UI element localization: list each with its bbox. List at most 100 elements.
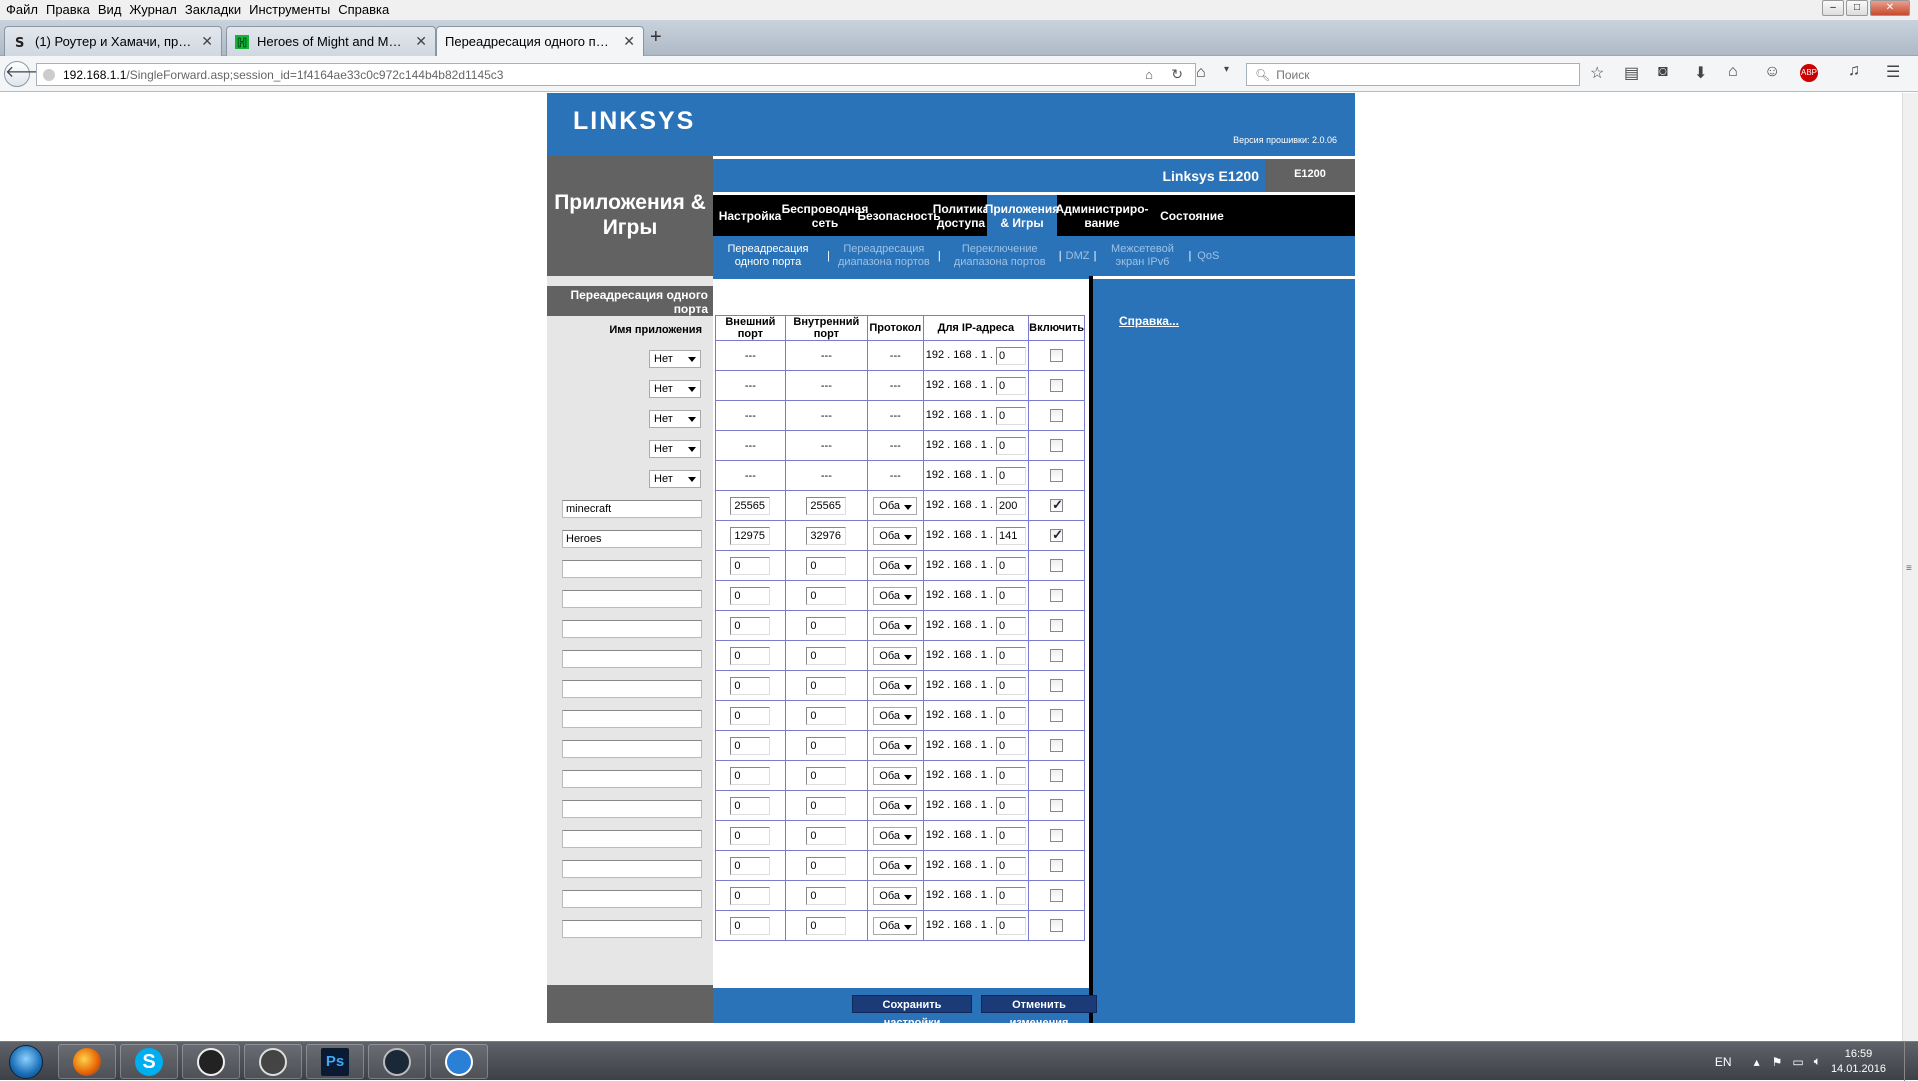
external-port-input[interactable]: 0 [730,766,771,785]
app-select[interactable]: Нет [649,440,701,458]
protocol-select[interactable]: Оба [873,736,918,755]
start-button[interactable] [4,1043,48,1080]
ip-last-octet-input[interactable]: 0 [996,916,1027,935]
enable-checkbox[interactable] [1050,469,1064,482]
app-name-input[interactable] [562,710,702,728]
protocol-select[interactable]: Оба [873,526,918,545]
external-port-input[interactable]: 0 [730,646,771,665]
nav-apps-games[interactable]: Приложения & Игры [985,195,1059,236]
adblock-icon[interactable]: ABP [1800,64,1818,82]
internal-port-input[interactable]: 0 [806,736,847,755]
protocol-select[interactable]: Оба [873,646,918,665]
nav-administration[interactable]: Администриро-вание [1055,195,1148,236]
tray-arrow-icon[interactable]: ▴ [1754,1055,1760,1069]
minimize-button[interactable]: – [1822,0,1844,16]
ip-last-octet-input[interactable]: 0 [996,856,1027,875]
new-tab-button[interactable]: + [650,26,662,49]
nav-access-policy[interactable]: Политика доступа [933,195,990,236]
internal-port-input[interactable]: 0 [806,556,847,575]
subnav-dmz[interactable]: DMZ [1066,250,1090,263]
menu-1[interactable]: Правка [42,1,94,19]
app-name-input[interactable] [562,860,702,878]
taskbar-firefox[interactable] [58,1044,116,1079]
external-port-input[interactable]: 0 [730,796,771,815]
ip-last-octet-input[interactable]: 141 [996,526,1027,545]
protocol-select[interactable]: Оба [873,886,918,905]
enable-checkbox[interactable] [1050,829,1064,842]
app-name-input[interactable] [562,560,702,578]
internal-port-input[interactable]: 0 [806,676,847,695]
internal-port-input[interactable]: 0 [806,796,847,815]
protocol-select[interactable]: Оба [873,706,918,725]
home-menu-icon[interactable]: ⌂ [1196,64,1206,82]
enable-checkbox[interactable] [1050,349,1064,362]
app-name-input[interactable]: minecraft [562,500,702,518]
internal-port-input[interactable]: 0 [806,646,847,665]
search-input[interactable] [1276,67,1577,82]
menu-0[interactable]: Файл [2,1,42,19]
page-info-icon[interactable] [43,68,55,81]
ip-last-octet-input[interactable]: 0 [996,706,1027,725]
protocol-select[interactable]: Оба [873,856,918,875]
back-button[interactable]: 🡐 [4,61,48,87]
download-icon[interactable]: ⬇ [1694,63,1707,83]
cancel-changes-button[interactable]: Отменить изменения [981,995,1097,1029]
internal-port-input[interactable]: 0 [806,706,847,725]
ip-last-octet-input[interactable]: 0 [996,556,1027,575]
taskbar-steam[interactable] [368,1044,426,1079]
enable-checkbox[interactable] [1050,619,1064,632]
enable-checkbox[interactable] [1050,527,1064,543]
internal-port-input[interactable]: 0 [806,856,847,875]
ip-last-octet-input[interactable]: 0 [996,376,1027,395]
nav-status[interactable]: Состояние [1147,195,1237,236]
protocol-select[interactable]: Оба [873,496,918,515]
protocol-select[interactable]: Оба [873,556,918,575]
hamburger-menu-icon[interactable]: ☰ [1886,62,1900,82]
menu-2[interactable]: Вид [94,1,126,19]
taskbar-skype[interactable]: S [120,1044,178,1079]
ip-last-octet-input[interactable]: 0 [996,886,1027,905]
ip-last-octet-input[interactable]: 0 [996,736,1027,755]
internal-port-input[interactable]: 25565 [806,496,847,515]
protocol-select[interactable]: Оба [873,676,918,695]
app-name-input[interactable] [562,590,702,608]
ip-last-octet-input[interactable]: 0 [996,346,1027,365]
enable-checkbox[interactable] [1050,649,1064,662]
internal-port-input[interactable]: 32976 [806,526,847,545]
external-port-input[interactable]: 0 [730,826,771,845]
vertical-scrollbar[interactable]: ≡ [1902,93,1918,1041]
external-port-input[interactable]: 0 [730,616,771,635]
subnav-port-range[interactable]: Переадресация диапазона портов [834,243,934,269]
menu-3[interactable]: Журнал [125,1,180,19]
ip-last-octet-input[interactable]: 0 [996,436,1027,455]
subnav-port-trigger[interactable]: Переключение диапазона портов [945,243,1055,269]
app-name-input[interactable] [562,740,702,758]
protocol-select[interactable]: Оба [873,616,918,635]
internal-port-input[interactable]: 0 [806,826,847,845]
show-desktop-button[interactable] [1904,1042,1918,1081]
external-port-input[interactable]: 0 [730,856,771,875]
save-settings-button[interactable]: Сохранить настройки [852,995,972,1029]
taskbar-inkscape[interactable] [244,1044,302,1079]
app-name-input[interactable] [562,770,702,788]
app-name-input[interactable]: Heroes [562,530,702,548]
bookmark-star-icon[interactable]: ☆ [1590,63,1604,83]
tab-port-forward[interactable]: Переадресация одного порта ✕ [436,26,644,56]
music-icon[interactable]: ♫ [1848,62,1860,80]
volume-icon[interactable]: 🔈︎ [1814,1054,1821,1069]
external-port-input[interactable]: 0 [730,886,771,905]
ip-last-octet-input[interactable]: 0 [996,466,1027,485]
enable-checkbox[interactable] [1050,799,1064,812]
enable-checkbox[interactable] [1050,739,1064,752]
url-bar[interactable]: 192.168.1.1 /SingleForward.asp;session_i… [36,63,1196,86]
clock[interactable]: 16:59 14.01.2016 [1831,1047,1886,1077]
subnav-ipv6-firewall[interactable]: Межсетевой экран IPv6 [1100,243,1184,269]
reading-list-icon[interactable]: ▤ [1624,63,1639,83]
protocol-select[interactable]: Оба [873,586,918,605]
app-select[interactable]: Нет [649,470,701,488]
ip-last-octet-input[interactable]: 0 [996,796,1027,815]
tab-router-hamachi[interactable]: S (1) Роутер и Хамачи, про... ✕ [4,26,222,56]
tab-heroes[interactable]: H Heroes of Might and Magi... ✕ [226,26,436,56]
menu-6[interactable]: Справка [334,1,393,19]
protocol-select[interactable]: Оба [873,826,918,845]
